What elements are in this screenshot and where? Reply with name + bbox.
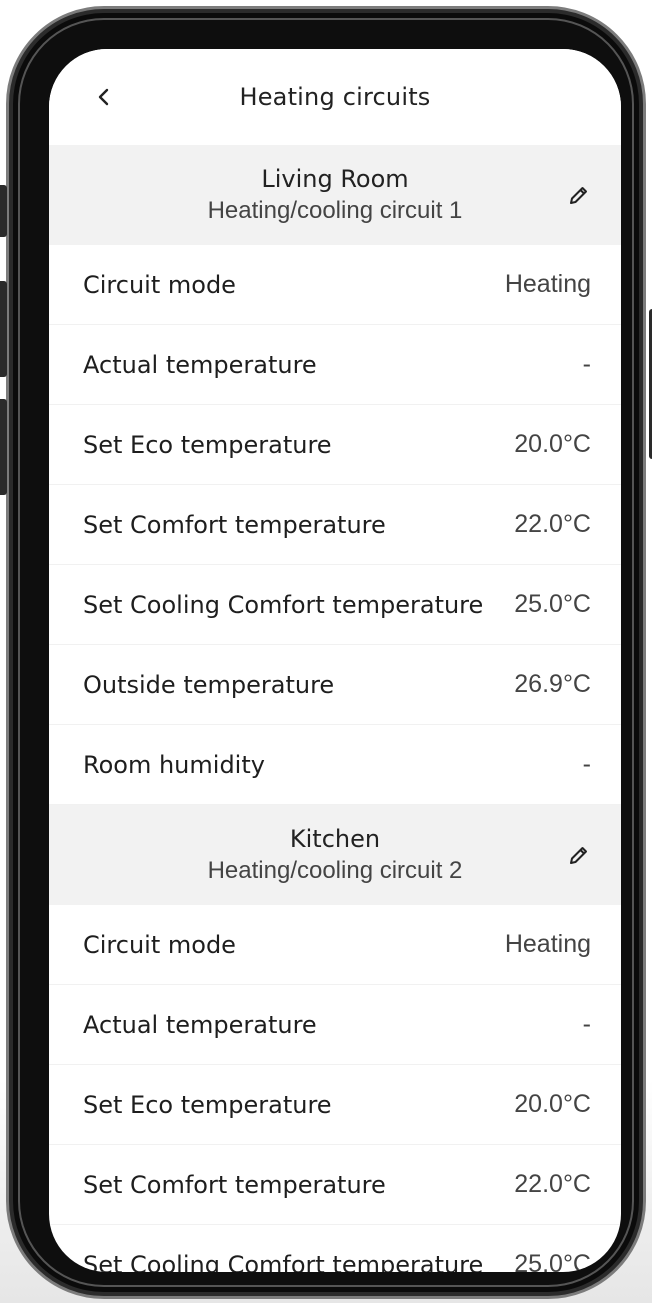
setting-row[interactable]: Room humidity - <box>49 725 621 805</box>
setting-value: Heating <box>504 930 591 958</box>
setting-row[interactable]: Circuit mode Heating <box>49 245 621 325</box>
setting-label: Room humidity <box>83 750 265 779</box>
setting-value: Heating <box>504 270 591 298</box>
circuit-name: Kitchen <box>289 825 381 853</box>
setting-value: 22.0°C <box>514 1170 591 1198</box>
edit-circuit-button[interactable] <box>567 183 591 207</box>
setting-value: 25.0°C <box>514 1250 591 1272</box>
app-screen: Heating circuits Living Room Heating/coo… <box>49 49 621 1272</box>
volume-up-button <box>0 281 7 377</box>
setting-row[interactable]: Set Eco temperature 20.0°C <box>49 405 621 485</box>
pencil-icon <box>570 187 587 204</box>
setting-label: Set Cooling Comfort temperature <box>83 1250 484 1273</box>
setting-value: - <box>582 750 591 778</box>
setting-value: 25.0°C <box>514 590 591 618</box>
setting-label: Actual temperature <box>83 1010 317 1039</box>
setting-label: Set Eco temperature <box>83 1090 332 1119</box>
phone-frame: Heating circuits Living Room Heating/coo… <box>0 6 652 1299</box>
setting-label: Set Cooling Comfort temperature <box>83 590 484 619</box>
setting-label: Set Comfort temperature <box>83 1170 386 1199</box>
setting-row[interactable]: Set Cooling Comfort temperature 25.0°C <box>49 1225 621 1272</box>
setting-label: Set Comfort temperature <box>83 510 386 539</box>
circuit-header-living-room: Living Room Heating/cooling circuit 1 <box>49 145 621 245</box>
setting-row[interactable]: Set Comfort temperature 22.0°C <box>49 485 621 565</box>
setting-row[interactable]: Set Eco temperature 20.0°C <box>49 1065 621 1145</box>
edit-circuit-button[interactable] <box>567 843 591 867</box>
setting-label: Outside temperature <box>83 670 335 699</box>
volume-down-button <box>0 399 7 495</box>
setting-label: Circuit mode <box>83 930 236 959</box>
circuit-header-kitchen: Kitchen Heating/cooling circuit 2 <box>49 805 621 905</box>
setting-row[interactable]: Set Comfort temperature 22.0°C <box>49 1145 621 1225</box>
setting-row[interactable]: Actual temperature - <box>49 985 621 1065</box>
setting-value: - <box>582 350 591 378</box>
circuit-subtitle: Heating/cooling circuit 2 <box>207 857 463 884</box>
setting-value: 26.9°C <box>514 670 591 698</box>
setting-value: - <box>582 1010 591 1038</box>
circuit-name: Living Room <box>261 165 409 193</box>
side-button <box>0 185 7 237</box>
circuit-list: Living Room Heating/cooling circuit 1 Ci… <box>49 145 621 1272</box>
setting-row[interactable]: Actual temperature - <box>49 325 621 405</box>
app-header: Heating circuits <box>49 49 621 145</box>
setting-value: 20.0°C <box>514 1090 591 1118</box>
pencil-icon <box>570 847 587 864</box>
setting-value: 22.0°C <box>514 510 591 538</box>
setting-value: 20.0°C <box>514 430 591 458</box>
setting-label: Circuit mode <box>83 270 236 299</box>
setting-row[interactable]: Set Cooling Comfort temperature 25.0°C <box>49 565 621 645</box>
setting-label: Actual temperature <box>83 350 317 379</box>
setting-row[interactable]: Outside temperature 26.9°C <box>49 645 621 725</box>
setting-row[interactable]: Circuit mode Heating <box>49 905 621 985</box>
page-title: Heating circuits <box>239 83 431 111</box>
setting-label: Set Eco temperature <box>83 430 332 459</box>
circuit-subtitle: Heating/cooling circuit 1 <box>207 197 463 224</box>
